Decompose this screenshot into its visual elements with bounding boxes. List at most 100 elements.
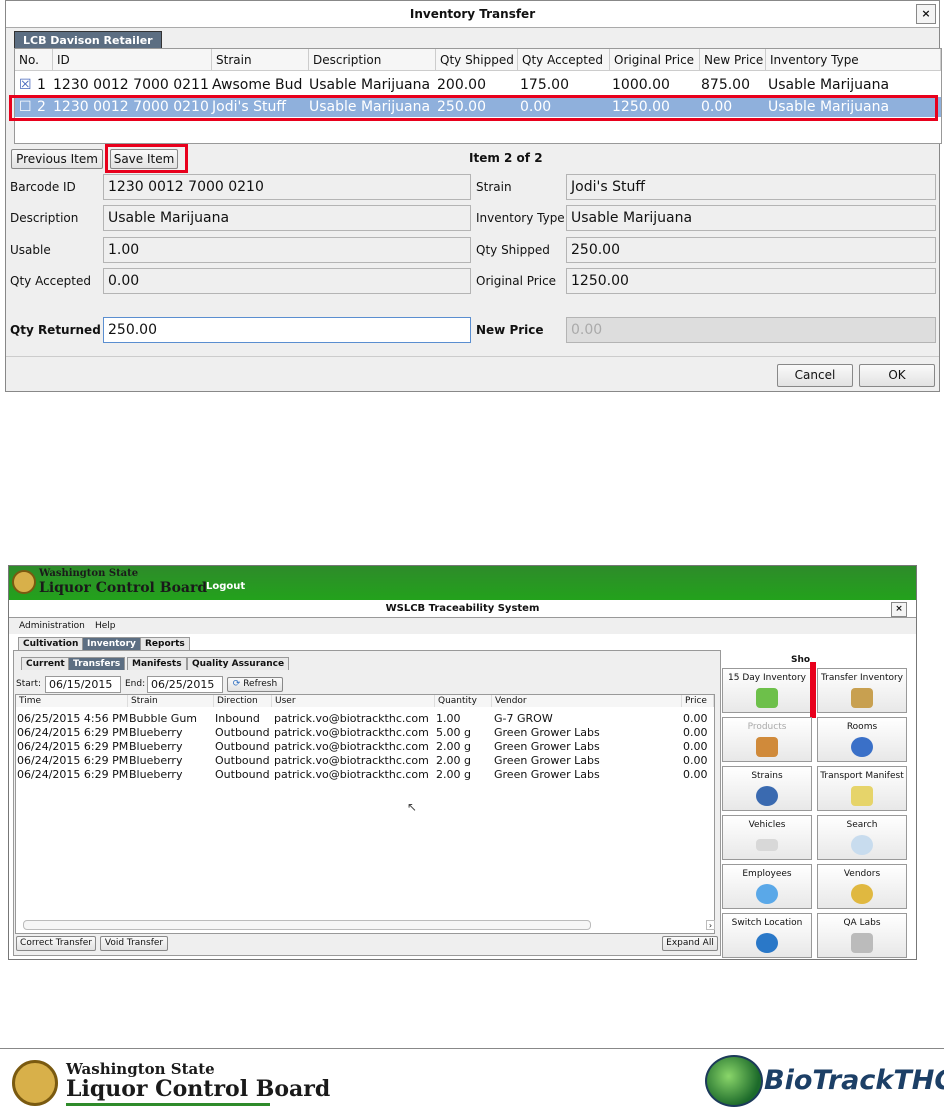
footer-underline <box>66 1103 270 1106</box>
tile-switch-location[interactable]: Switch Location <box>722 913 812 958</box>
menu-help[interactable]: Help <box>95 618 116 634</box>
ok-button[interactable]: OK <box>859 364 935 387</box>
table-row-selected[interactable]: ☐ 2 1230 0012 7000 0210 Jodi's Stuff Usa… <box>15 97 941 117</box>
description-label: Description <box>10 211 79 225</box>
usable-field[interactable]: 1.00 <box>103 237 471 263</box>
close-icon[interactable]: × <box>891 602 907 617</box>
refresh-icon: ⟳ <box>232 679 241 689</box>
subtab-quality-assurance[interactable]: Quality Assurance <box>187 657 290 670</box>
col-header-no[interactable]: No. <box>15 49 53 71</box>
tile-label: Products <box>747 722 787 732</box>
menu-administration[interactable]: Administration <box>19 618 85 634</box>
cell-quantity: 2.00 g <box>436 768 471 781</box>
footer-biotrack: BioTrackTHC <box>764 1065 944 1096</box>
footer-divider <box>0 1048 944 1049</box>
void-transfer-button[interactable]: Void Transfer <box>100 936 168 951</box>
col-header-price[interactable]: Price <box>682 695 714 707</box>
logout-link[interactable]: Logout <box>206 581 245 592</box>
tile-rooms[interactable]: Rooms <box>817 717 907 762</box>
col-header-description[interactable]: Description <box>309 49 436 71</box>
refresh-button[interactable]: ⟳ Refresh <box>227 677 283 692</box>
col-header-time[interactable]: Time <box>16 695 128 707</box>
col-header-direction[interactable]: Direction <box>214 695 272 707</box>
table-row[interactable]: 06/24/2015 6:29 PM Blueberry Outbound patri… <box>15 740 715 754</box>
table-row[interactable]: 06/25/2015 4:56 PM Bubble Gum Inbound patri… <box>15 712 715 726</box>
row-checkbox[interactable]: ☒ <box>19 75 32 95</box>
col-header-qty-shipped[interactable]: Qty Shipped <box>436 49 518 71</box>
tile-label: Switch Location <box>731 918 803 928</box>
correct-transfer-button[interactable]: Correct Transfer <box>16 936 96 951</box>
tile-products[interactable]: Products <box>722 717 812 762</box>
tile-strains[interactable]: Strains <box>722 766 812 811</box>
col-header-user[interactable]: User <box>272 695 435 707</box>
shortcuts-label: Sho <box>791 655 811 665</box>
tile-vehicles[interactable]: Vehicles <box>722 815 812 860</box>
table-row[interactable]: 06/24/2015 6:29 PM Blueberry Outbound patri… <box>15 754 715 768</box>
qty-shipped-field[interactable]: 250.00 <box>566 237 936 263</box>
table-row[interactable]: ☒ 1 1230 0012 7000 0211 Awsome Bud Usabl… <box>15 75 941 95</box>
tab-inventory[interactable]: Inventory <box>82 637 141 650</box>
cell-quantity: 2.00 g <box>436 754 471 767</box>
tile-transport-manifest[interactable]: Transport Manifest <box>817 766 907 811</box>
state-seal-icon <box>12 570 36 594</box>
cell-quantity: 5.00 g <box>436 726 471 739</box>
tile-employees[interactable]: Employees <box>722 864 812 909</box>
qty-returned-input[interactable]: 250.00 <box>103 317 471 343</box>
employees-icon <box>756 884 778 904</box>
col-header-vendor[interactable]: Vendor <box>492 695 682 707</box>
qty-accepted-field[interactable]: 0.00 <box>103 268 471 294</box>
col-header-strain[interactable]: Strain <box>212 49 309 71</box>
cell-direction: Outbound <box>215 726 270 739</box>
cell-strain: Bubble Gum <box>129 712 198 725</box>
usable-label: Usable <box>10 243 51 257</box>
previous-item-button[interactable]: Previous Item <box>11 149 103 169</box>
row-checkbox[interactable]: ☐ <box>19 97 32 117</box>
qty-returned-label: Qty Returned <box>10 323 101 337</box>
col-header-quantity[interactable]: Quantity <box>435 695 492 707</box>
row-new-price: 875.00 <box>701 77 750 93</box>
tab-lcb-davison-retailer[interactable]: LCB Davison Retailer <box>14 31 162 48</box>
expand-all-button[interactable]: Expand All <box>662 936 718 951</box>
switch-location-icon <box>756 933 778 953</box>
col-header-original-price[interactable]: Original Price <box>610 49 700 71</box>
barcode-field[interactable]: 1230 0012 7000 0210 <box>103 174 471 200</box>
subtab-manifests[interactable]: Manifests <box>127 657 187 670</box>
tab-reports[interactable]: Reports <box>140 637 190 650</box>
subtab-current[interactable]: Current <box>21 657 70 670</box>
row-qty-shipped: 200.00 <box>437 77 486 93</box>
subtab-transfers[interactable]: Transfers <box>68 657 126 670</box>
inventory-type-field[interactable]: Usable Marijuana <box>566 205 936 231</box>
original-price-field[interactable]: 1250.00 <box>566 268 936 294</box>
tile-vendors[interactable]: Vendors <box>817 864 907 909</box>
tile-label: Rooms <box>846 722 878 732</box>
scroll-right-icon[interactable]: › <box>706 920 715 930</box>
search-icon <box>851 835 873 855</box>
divider <box>6 356 939 357</box>
save-item-button[interactable]: Save Item <box>110 149 178 169</box>
vendors-icon <box>851 884 873 904</box>
end-date-input[interactable]: 06/25/2015 <box>147 676 223 693</box>
cell-user: patrick.vo@biotrackthc.com <box>274 712 429 725</box>
cancel-button[interactable]: Cancel <box>777 364 853 387</box>
col-header-id[interactable]: ID <box>53 49 212 71</box>
tile-qa-labs[interactable]: QA Labs <box>817 913 907 958</box>
strain-field[interactable]: Jodi's Stuff <box>566 174 936 200</box>
tile-label: QA Labs <box>843 918 881 928</box>
col-header-strain[interactable]: Strain <box>128 695 214 707</box>
close-icon[interactable]: × <box>916 4 936 24</box>
traceability-app-window: Washington State Liquor Control Board Lo… <box>8 565 917 960</box>
table-row[interactable]: 06/24/2015 6:29 PM Blueberry Outbound patri… <box>15 726 715 740</box>
tile-transfer-inventory[interactable]: Transfer Inventory <box>817 668 907 713</box>
tile-15-day-inventory[interactable]: 15 Day Inventory <box>722 668 812 713</box>
col-header-new-price[interactable]: New Price <box>700 49 766 71</box>
table-row[interactable]: 06/24/2015 6:29 PM Blueberry Outbound patri… <box>15 768 715 782</box>
cell-price: 0.00 <box>683 712 708 725</box>
col-header-inventory-type[interactable]: Inventory Type <box>766 49 941 71</box>
tile-search[interactable]: Search <box>817 815 907 860</box>
description-field[interactable]: Usable Marijuana <box>103 205 471 231</box>
horizontal-scrollbar[interactable] <box>23 920 591 930</box>
cell-price: 0.00 <box>683 726 708 739</box>
tab-cultivation[interactable]: Cultivation <box>18 637 84 650</box>
col-header-qty-accepted[interactable]: Qty Accepted <box>518 49 610 71</box>
start-date-input[interactable]: 06/15/2015 <box>45 676 121 693</box>
